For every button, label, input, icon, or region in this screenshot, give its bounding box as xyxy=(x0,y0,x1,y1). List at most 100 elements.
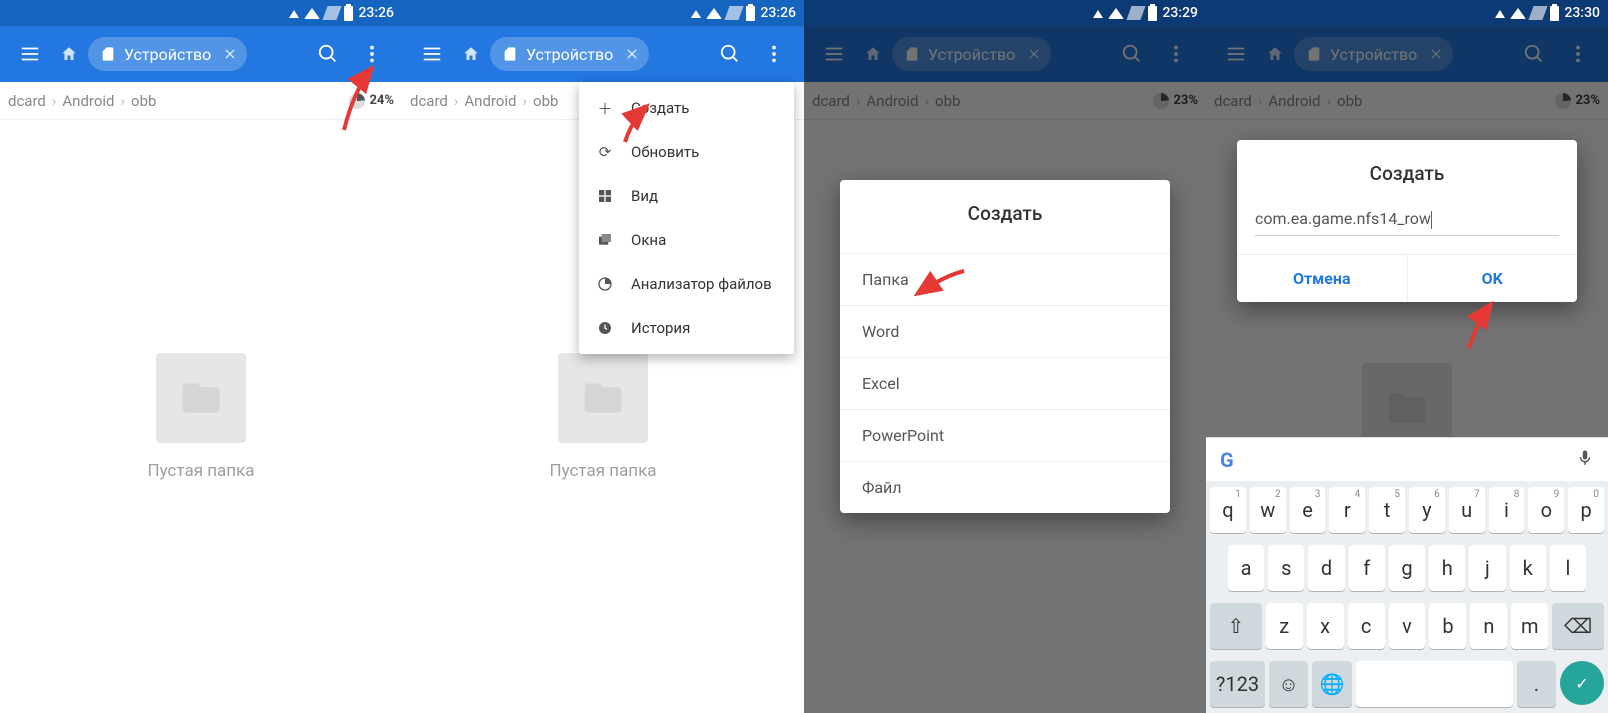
key-c[interactable]: c xyxy=(1348,603,1385,649)
key-s[interactable]: s xyxy=(1268,545,1304,591)
home-button[interactable] xyxy=(456,34,486,74)
crumb[interactable]: dcard xyxy=(812,92,850,110)
crumb[interactable]: dcard xyxy=(1214,92,1252,110)
menu-view[interactable]: Вид xyxy=(579,174,794,218)
overflow-button[interactable] xyxy=(754,34,794,74)
key-j[interactable]: j xyxy=(1469,545,1505,591)
emoji-key[interactable]: ☺ xyxy=(1269,661,1308,707)
chip-close[interactable] xyxy=(219,43,241,65)
create-option-word[interactable]: Word xyxy=(840,305,1170,357)
backspace-key[interactable]: ⌫ xyxy=(1552,603,1604,649)
folder-name-input[interactable]: com.ea.game.nfs14_row xyxy=(1255,203,1559,236)
crumb[interactable]: dcard xyxy=(8,92,46,110)
app-bar: Устройство xyxy=(1206,26,1608,82)
create-option-file[interactable]: Файл xyxy=(840,461,1170,513)
key-t[interactable]: t5 xyxy=(1369,487,1405,533)
globe-key[interactable]: 🌐 xyxy=(1312,661,1351,707)
key-l[interactable]: l xyxy=(1550,545,1586,591)
key-u[interactable]: u7 xyxy=(1449,487,1485,533)
key-i[interactable]: i8 xyxy=(1489,487,1525,533)
overflow-button[interactable] xyxy=(1156,34,1196,74)
key-v[interactable]: v xyxy=(1389,603,1426,649)
chip-close[interactable] xyxy=(1425,43,1447,65)
signal-icon xyxy=(1093,10,1103,18)
key-r[interactable]: r4 xyxy=(1329,487,1365,533)
key-g[interactable]: g xyxy=(1389,545,1425,591)
keyboard[interactable]: G q1w2e3r4t5y6u7i8o9p0 asdfghjkl ⇧ zxcvb… xyxy=(1206,437,1608,713)
create-option-folder[interactable]: Папка xyxy=(840,253,1170,305)
menu-analyzer[interactable]: Анализатор файлов xyxy=(579,262,794,306)
symbols-key[interactable]: ?123 xyxy=(1210,661,1265,707)
shift-key[interactable]: ⇧ xyxy=(1210,603,1262,649)
crumb[interactable]: obb xyxy=(1337,92,1362,110)
key-x[interactable]: x xyxy=(1307,603,1344,649)
crumb[interactable]: Android xyxy=(464,92,516,110)
storage-badge[interactable]: 23% xyxy=(1555,93,1600,109)
key-k[interactable]: k xyxy=(1510,545,1546,591)
crumb[interactable]: obb xyxy=(533,92,558,110)
create-option-powerpoint[interactable]: PowerPoint xyxy=(840,409,1170,461)
overflow-menu: ＋Создать ⟳Обновить Вид Окна Анализатор ф… xyxy=(579,82,794,354)
key-h[interactable]: h xyxy=(1429,545,1465,591)
space-key[interactable] xyxy=(1356,661,1513,707)
cancel-button[interactable]: Отмена xyxy=(1237,255,1407,302)
wifi-icon xyxy=(706,8,722,19)
mic-icon[interactable] xyxy=(1576,449,1594,471)
key-e[interactable]: e3 xyxy=(1290,487,1326,533)
key-z[interactable]: z xyxy=(1266,603,1303,649)
signal-icon xyxy=(691,10,701,18)
menu-button[interactable] xyxy=(10,34,50,74)
crumb[interactable]: Android xyxy=(62,92,114,110)
enter-key[interactable]: ✓ xyxy=(1560,661,1604,705)
menu-button[interactable] xyxy=(814,34,854,74)
storage-badge[interactable]: 23% xyxy=(1153,93,1198,109)
search-button[interactable] xyxy=(710,34,750,74)
key-y[interactable]: y6 xyxy=(1409,487,1445,533)
key-b[interactable]: b xyxy=(1429,603,1466,649)
location-chip[interactable]: Устройство xyxy=(1294,37,1453,71)
clock: 23:29 xyxy=(1162,5,1198,21)
key-n[interactable]: n xyxy=(1470,603,1507,649)
menu-create[interactable]: ＋Создать xyxy=(579,86,794,130)
home-button[interactable] xyxy=(54,34,84,74)
key-m[interactable]: m xyxy=(1511,603,1548,649)
storage-badge[interactable]: 24% xyxy=(349,93,394,109)
crumb[interactable]: Android xyxy=(1268,92,1320,110)
location-chip[interactable]: Устройство xyxy=(892,37,1051,71)
location-chip[interactable]: Устройство xyxy=(490,37,649,71)
search-button[interactable] xyxy=(308,34,348,74)
chip-close[interactable] xyxy=(621,43,643,65)
menu-history[interactable]: История xyxy=(579,306,794,350)
dot-key[interactable]: . xyxy=(1517,661,1556,707)
menu-button[interactable] xyxy=(412,34,452,74)
search-button[interactable] xyxy=(1514,34,1554,74)
key-a[interactable]: a xyxy=(1228,545,1264,591)
crumb[interactable]: dcard xyxy=(410,92,448,110)
key-d[interactable]: d xyxy=(1308,545,1344,591)
key-p[interactable]: p0 xyxy=(1568,487,1604,533)
ok-button[interactable]: OK xyxy=(1407,255,1578,302)
chip-label: Устройство xyxy=(124,45,211,64)
overflow-button[interactable] xyxy=(352,34,392,74)
search-button[interactable] xyxy=(1112,34,1152,74)
crumb[interactable]: Android xyxy=(866,92,918,110)
key-q[interactable]: q1 xyxy=(1210,487,1246,533)
menu-refresh[interactable]: ⟳Обновить xyxy=(579,130,794,174)
create-option-excel[interactable]: Excel xyxy=(840,357,1170,409)
chip-close[interactable] xyxy=(1023,43,1045,65)
crumb[interactable]: obb xyxy=(935,92,960,110)
menu-windows[interactable]: Окна xyxy=(579,218,794,262)
menu-button[interactable] xyxy=(1216,34,1256,74)
home-button[interactable] xyxy=(858,34,888,74)
key-w[interactable]: w2 xyxy=(1250,487,1286,533)
key-f[interactable]: f xyxy=(1349,545,1385,591)
key-o[interactable]: o9 xyxy=(1528,487,1564,533)
location-chip[interactable]: Устройство xyxy=(88,37,247,71)
app-bar: Устройство xyxy=(402,26,804,82)
overflow-button[interactable] xyxy=(1558,34,1598,74)
crumb[interactable]: obb xyxy=(131,92,156,110)
google-icon[interactable]: G xyxy=(1220,448,1234,472)
home-button[interactable] xyxy=(1260,34,1290,74)
screenshot-3: 23:29 Устройство dcard› Android› obb 23%… xyxy=(804,0,1206,713)
grid-icon xyxy=(595,188,615,204)
